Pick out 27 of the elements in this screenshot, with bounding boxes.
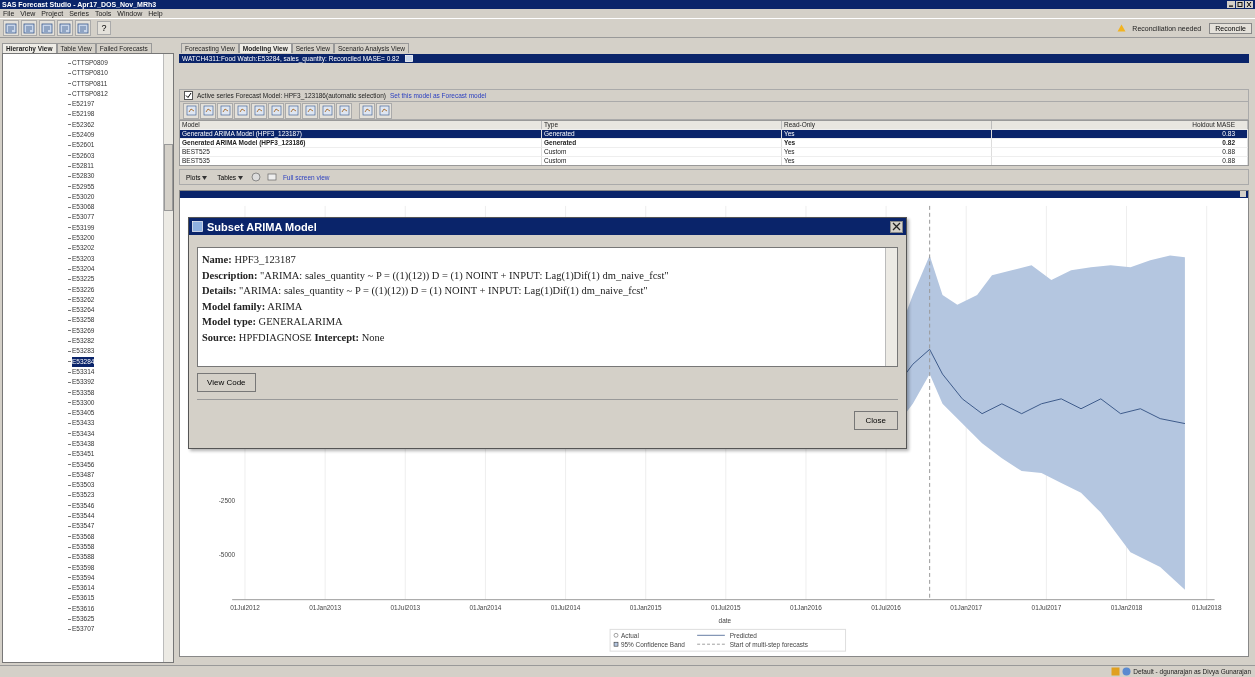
screen-icon[interactable] — [266, 172, 277, 182]
details-text-area[interactable] — [197, 247, 898, 367]
detail-line: Model family: ARIMA — [202, 299, 304, 314]
dialog-title: Subset ARIMA Model — [207, 220, 317, 233]
restore-button[interactable] — [1236, 1, 1244, 8]
minimize-button[interactable] — [1227, 1, 1235, 8]
caret-icon — [202, 175, 208, 180]
band-swatch — [613, 641, 619, 647]
help-button[interactable]: ? — [97, 21, 111, 35]
close-button[interactable] — [1245, 1, 1253, 8]
warning-icon — [1117, 24, 1127, 32]
detail-line: Description: "ARIMA: sales_quantity ~ P = ((1)(12)) D = (1) NOINT + INPUT: Lag(1)Dif(1) dm_naive_fcst" — [202, 268, 670, 283]
line-swatch — [696, 634, 726, 636]
caret-icon — [237, 175, 243, 180]
detail-line: Model type: GENERALARIMA — [202, 315, 344, 329]
scrollbar[interactable] — [885, 248, 897, 366]
detail-line: Source: HPFDIAGNOSE Intercept: None — [202, 330, 386, 345]
dashed-swatch — [696, 643, 726, 645]
detail-line: Name: HPF3_123187 — [202, 253, 297, 267]
close-button[interactable] — [890, 220, 903, 233]
marker-icon — [613, 632, 619, 638]
close-dialog-button[interactable]: Close — [853, 410, 898, 430]
scrollbar[interactable] — [163, 54, 173, 662]
view-code-button[interactable]: View Code — [197, 373, 256, 392]
active-series-checkbox[interactable] — [184, 91, 193, 100]
app-icon — [192, 221, 203, 232]
detail-line: Details: "ARIMA: sales_quantity ~ P = ((1)(12)) D = (1) NOINT + INPUT: Lag(1)Dif(1) dm_naive_fcst" — [202, 284, 649, 298]
